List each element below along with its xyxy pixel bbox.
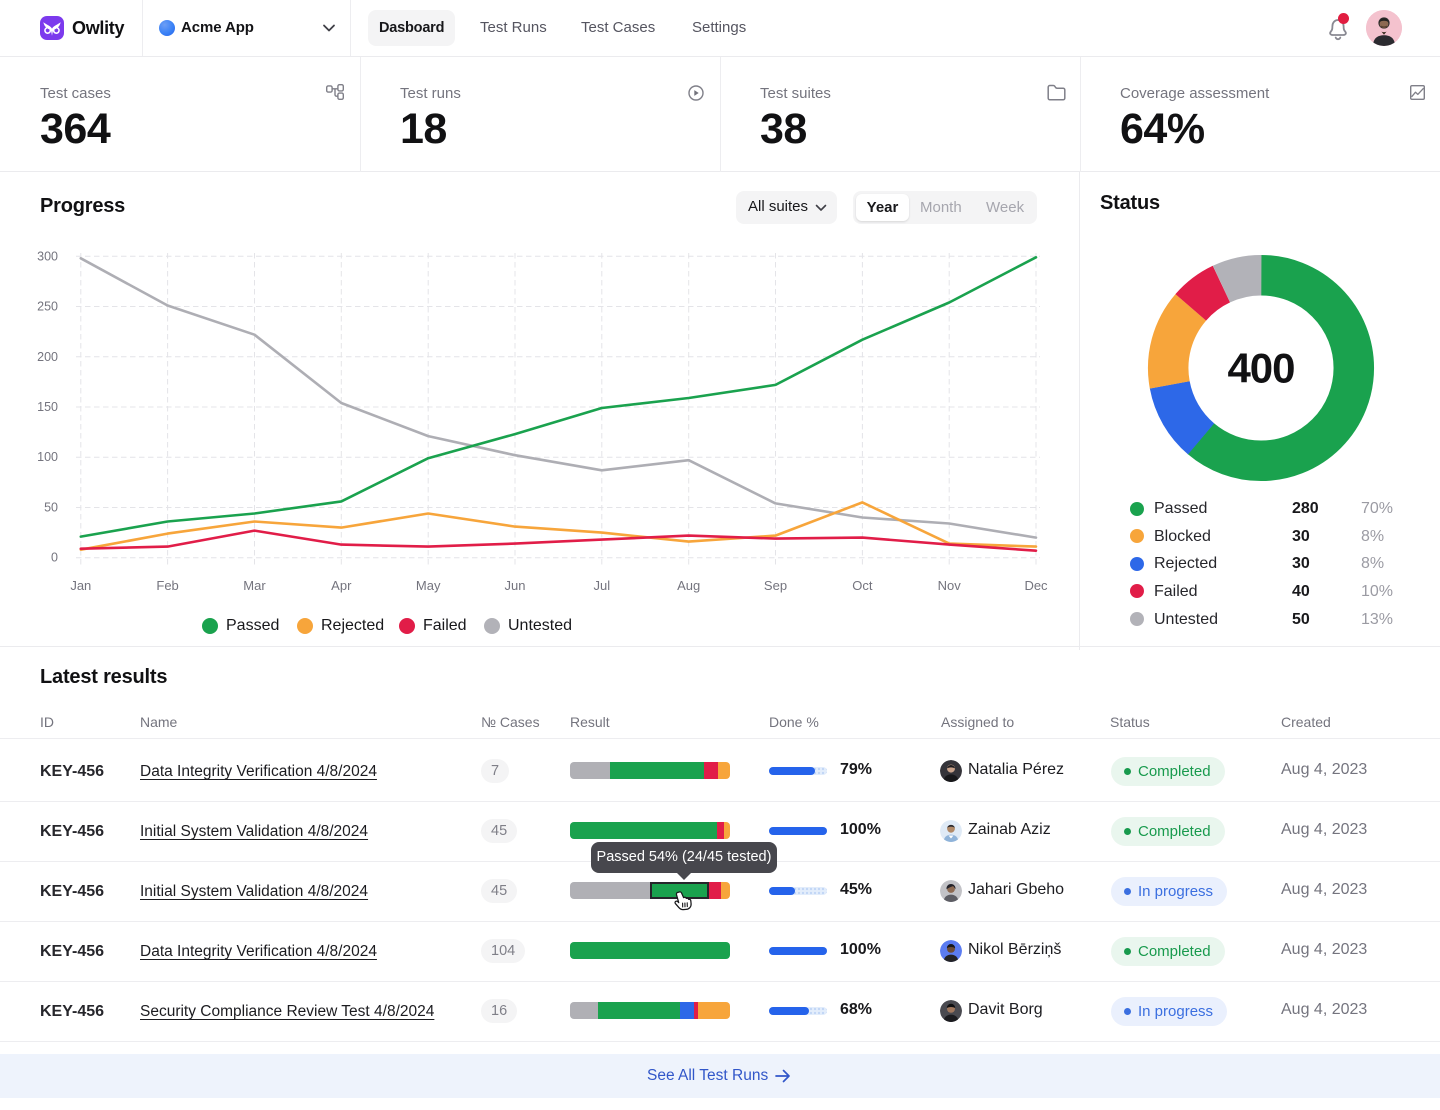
svg-text:Mar: Mar (243, 578, 266, 593)
svg-text:50: 50 (44, 501, 58, 515)
svg-text:Apr: Apr (331, 578, 352, 593)
svg-text:Sep: Sep (764, 578, 787, 593)
svg-text:Nov: Nov (938, 578, 962, 593)
svg-text:Jun: Jun (505, 578, 526, 593)
svg-text:May: May (416, 578, 441, 593)
svg-text:400: 400 (1227, 345, 1294, 392)
svg-text:Oct: Oct (852, 578, 873, 593)
svg-text:200: 200 (37, 350, 58, 364)
svg-text:Feb: Feb (156, 578, 178, 593)
svg-text:0: 0 (51, 551, 58, 565)
svg-text:150: 150 (37, 400, 58, 414)
svg-text:Jan: Jan (70, 578, 91, 593)
svg-text:300: 300 (37, 249, 58, 263)
svg-text:Jul: Jul (593, 578, 610, 593)
svg-text:100: 100 (37, 450, 58, 464)
svg-text:Dec: Dec (1024, 578, 1048, 593)
svg-text:Aug: Aug (677, 578, 700, 593)
svg-text:250: 250 (37, 300, 58, 314)
